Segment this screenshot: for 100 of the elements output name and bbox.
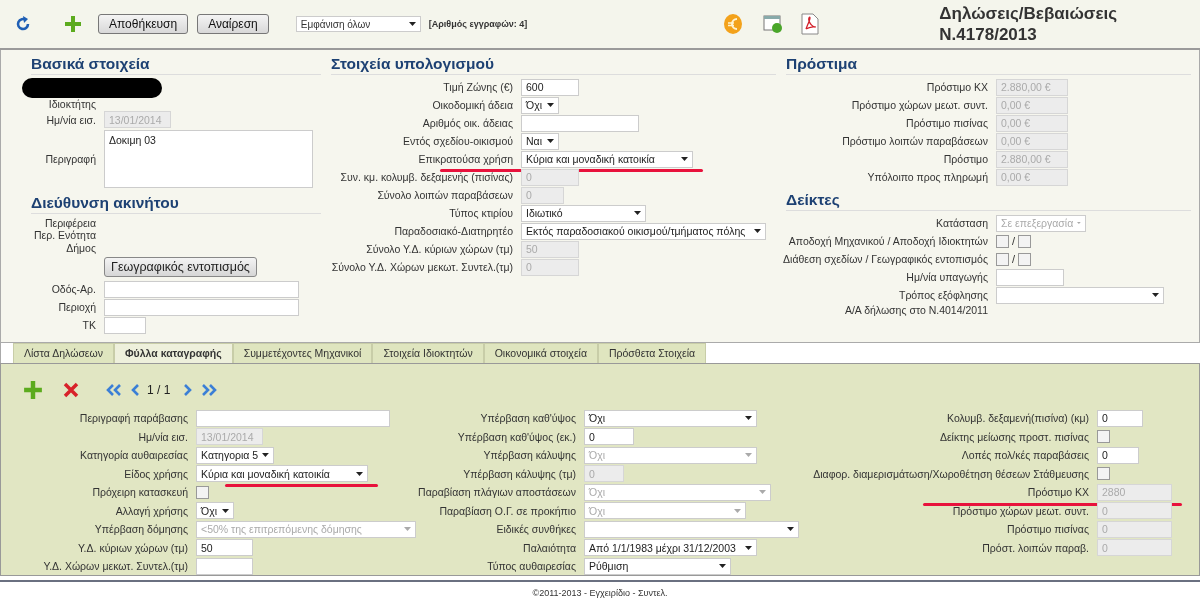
field-label: Ιδιοκτήτης [48, 98, 96, 111]
delete-icon[interactable] [63, 382, 79, 398]
caret-icon [754, 229, 761, 233]
checkbox[interactable] [1018, 234, 1032, 248]
dropdown[interactable]: Όχι [584, 409, 757, 427]
text-field[interactable] [196, 557, 253, 575]
text-field[interactable]: 0 [584, 428, 634, 446]
field-label: Δήμος [66, 241, 96, 254]
text-field[interactable] [196, 409, 390, 427]
dropdown[interactable]: Εκτός παραδοσιακού οικισμού/τμήματος πόλης [521, 222, 766, 240]
field-label: Ειδικές συνθήκες [496, 523, 576, 536]
field-label: ΤΚ [82, 319, 96, 331]
locate-button[interactable]: Γεωγραφικός εντοπισμός [104, 257, 257, 277]
dropdown[interactable] [996, 286, 1164, 304]
section-title: Διεύθυνση ακινήτου [31, 193, 321, 214]
window-icon[interactable] [763, 14, 784, 34]
dropdown[interactable] [584, 520, 799, 538]
caret-icon [404, 527, 411, 532]
dropdown[interactable]: Από 1/1/1983 μέχρι 31/12/2003 [584, 539, 757, 557]
text-field[interactable]: 0 [1097, 409, 1143, 427]
dropdown[interactable]: Κύρια και μοναδική κατοικία [196, 465, 368, 483]
text-field[interactable] [996, 268, 1064, 286]
previous-page-icon[interactable] [131, 383, 141, 397]
text-area[interactable]: Δοκιμη 03 [104, 129, 313, 188]
text-field[interactable] [104, 280, 299, 298]
caret-icon [681, 157, 688, 161]
tab[interactable]: Πρόσθετα Στοιχεία [597, 343, 707, 363]
field-label: Υπέρβαση καθ'ύψος (εκ.) [457, 430, 576, 443]
field-label: Πρόστιμο λοιπών παραβάσεων [842, 135, 988, 147]
tab[interactable]: Φύλλα καταγραφής [114, 343, 233, 363]
dropdown[interactable]: Ρύθμιση [584, 557, 731, 575]
field-label: Υ.Δ. Χώρων μεκωτ. Συντελ.(τμ) [43, 560, 188, 573]
section-title: Στοιχεία υπολογισμού [331, 55, 776, 75]
text-field[interactable] [521, 114, 639, 132]
field-label: Υπέρβαση κάλυψης (τμ) [463, 467, 576, 480]
checkbox[interactable] [1097, 467, 1110, 481]
caret-icon [745, 545, 752, 550]
field-label: Υπέρβαση δόμησης [94, 523, 188, 536]
checkbox[interactable] [196, 485, 209, 499]
checkbox[interactable] [1097, 430, 1110, 444]
dropdown[interactable]: Όχι [196, 502, 234, 520]
caret-icon [547, 103, 554, 107]
dropdown[interactable]: Κύρια και μοναδική κατοικία [521, 150, 693, 168]
dropdown[interactable]: Ναι [521, 132, 559, 150]
footer-text: ©2011-2013 - Εγχειρίδιο - Συντελ. [532, 588, 668, 598]
tab[interactable]: Λίστα Δηλώσεων [13, 343, 114, 363]
text-field[interactable]: 600 [521, 78, 579, 96]
section-title: Δείκτες [786, 191, 1191, 211]
section-title: Βασικά στοιχεία [31, 55, 321, 75]
field-label: Πρόστιμο [943, 153, 988, 165]
coin-icon[interactable] [723, 13, 744, 35]
text-field[interactable]: 0 [1097, 446, 1139, 464]
next-page-icon[interactable] [182, 383, 193, 397]
toolbar-button[interactable]: Αναίρεση [197, 14, 269, 34]
field-label: Κολυμβ. δεξαμενή(πισίνα) (κμ) [947, 412, 1089, 425]
toolbar-button[interactable]: Αποθήκευση [98, 14, 189, 34]
field-label: Ημ/νία εισ. [138, 430, 188, 443]
checkbox[interactable] [996, 252, 1009, 266]
text-field[interactable] [104, 298, 299, 316]
caret-icon [734, 508, 741, 513]
field-label: Επικρατούσα χρήση [418, 153, 513, 165]
page-indicator: 1 / 1 [147, 383, 171, 397]
field-label: Υπόλοιπο προς πληρωμή [867, 171, 988, 183]
field-label: Περιοχή [58, 301, 96, 313]
field-label: Τιμή Ζώνης (€) [443, 81, 513, 93]
field-label: Περιγραφή παράβασης [79, 412, 188, 425]
caret-icon [787, 527, 794, 532]
text-field[interactable] [104, 316, 146, 334]
section-title: Πρόστιμα [786, 55, 1191, 75]
dropdown[interactable]: Όχι [521, 96, 559, 114]
tab[interactable]: Στοιχεία Ιδιοκτητών [372, 343, 484, 363]
field-label: Παραβίαση Ο.Γ. σε προκήπιο [439, 504, 576, 517]
add-icon[interactable] [64, 15, 82, 33]
field-label: Τύπος αυθαιρεσίας [487, 560, 576, 573]
refresh-icon[interactable] [14, 15, 32, 33]
field-label: Ημ/νία εισ. [46, 113, 96, 126]
dropdown[interactable]: Ιδιωτικό [521, 204, 646, 222]
caret-icon [719, 564, 726, 569]
field-label: Πρόχειρη κατασκευή [92, 486, 188, 499]
field-label: Αριθμός οικ. άδειας [422, 117, 513, 129]
checkbox[interactable] [996, 234, 1009, 248]
field-label: Σύνολο Υ.Δ. Χώρων μεκωτ. Συντελ.(τμ) [331, 261, 513, 273]
tab[interactable]: Συμμετέχοντες Μηχανικοί [232, 343, 373, 363]
field-label: Ημ/νία υπαγωγής [906, 271, 988, 283]
pdf-icon[interactable] [801, 13, 820, 35]
text-field[interactable]: 50 [196, 539, 253, 557]
filter-dropdown[interactable]: Εμφάνιση όλων [295, 16, 421, 32]
tab[interactable]: Οικονομικά στοιχεία [483, 343, 598, 363]
field-label: Σύνολο Υ.Δ. κύριων χώρων (τμ) [366, 243, 513, 255]
field-label: Πρόστιμο χώρων μεωτ. συντ. [952, 504, 1089, 517]
field-label: Πρόστ. λοιπών παραβ. [982, 541, 1089, 554]
add-icon[interactable] [23, 380, 43, 400]
field-label: Περ. Ενότητα [33, 229, 96, 242]
field-label: Πρόστιμο χώρων μεωτ. συντ. [851, 99, 988, 111]
field-label: Οδός-Αρ. [51, 283, 96, 295]
caret-icon [356, 471, 363, 476]
field-label: Διάθεση σχεδίων / Γεωγραφικός εντοπισμός [783, 253, 988, 265]
dropdown[interactable]: Κατηγορια 5 [196, 446, 274, 464]
field-label: Εντός σχεδίου-οικισμού [403, 135, 513, 147]
checkbox[interactable] [1018, 252, 1032, 266]
